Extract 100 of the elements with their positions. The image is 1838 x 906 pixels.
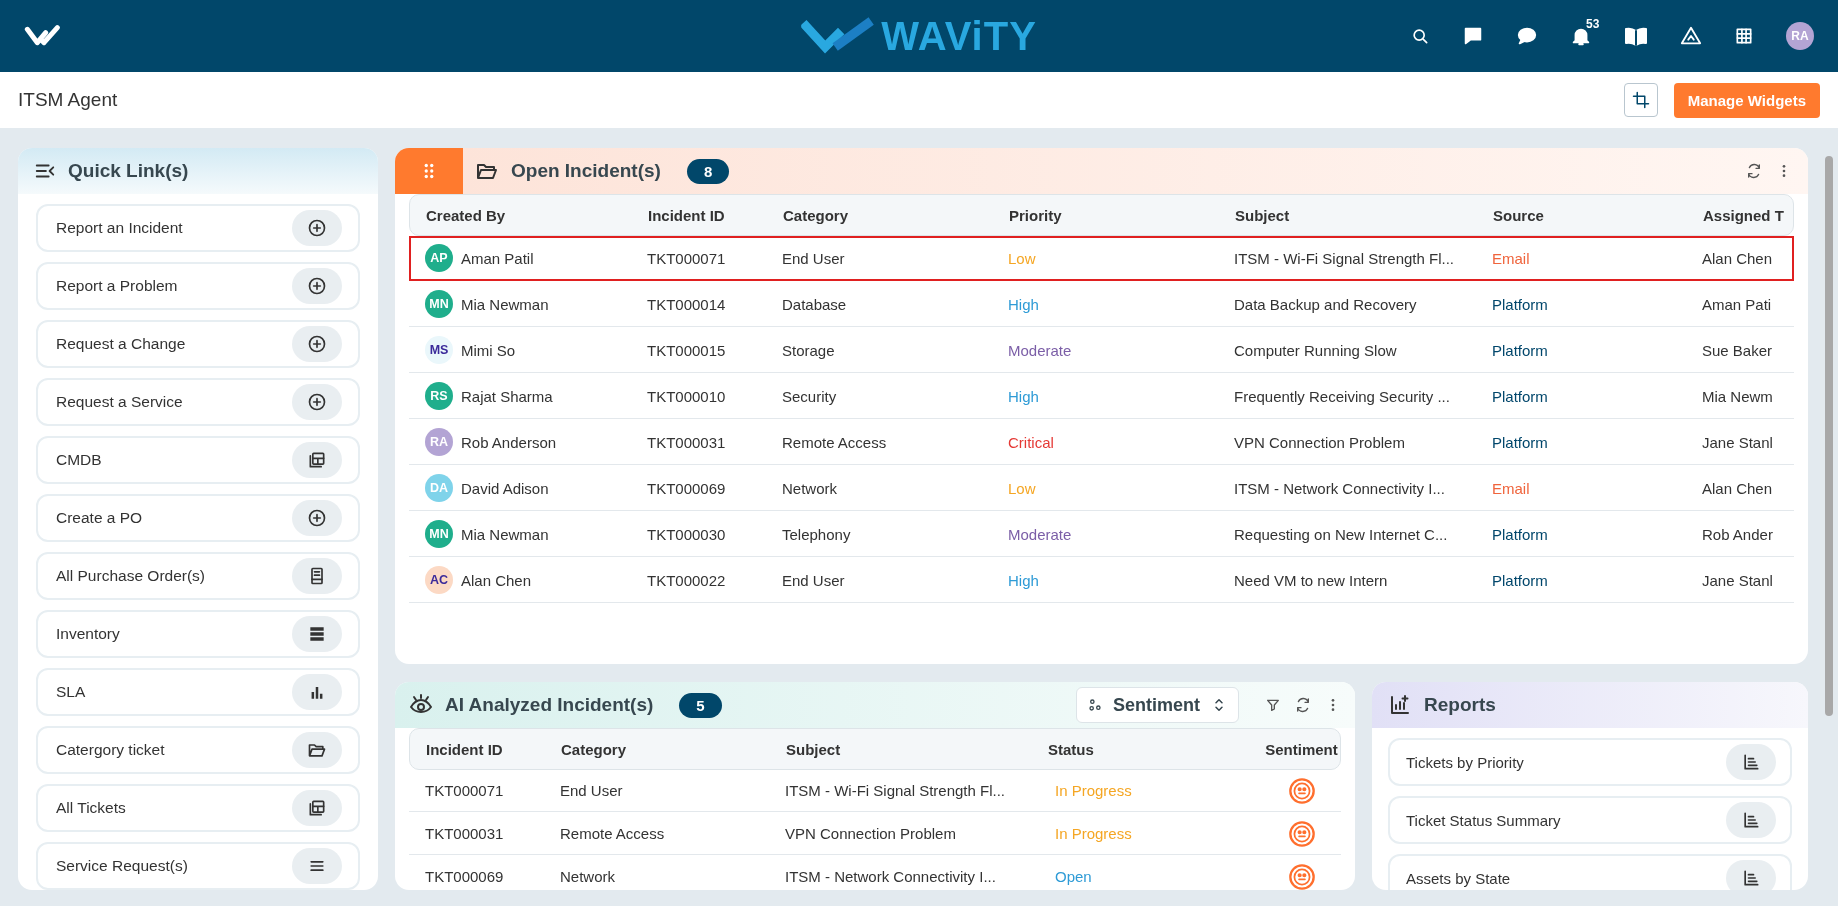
table-cell: Rajat Sharma (461, 387, 553, 405)
table-cell-text: VPN Connection Problem (785, 825, 957, 842)
priority-label: Low (1008, 479, 1037, 497)
page-title: ITSM Agent (18, 89, 118, 111)
user-avatar: RS (425, 382, 453, 410)
grid-icon (1734, 26, 1754, 46)
priority-label: Moderate (1008, 341, 1073, 359)
crop-icon (1631, 91, 1650, 109)
table-row[interactable]: DA David Adison TKT000069 Network Low ITSM - Network Connectivity I... Email Alan Chen (409, 466, 1794, 511)
table-row[interactable]: RS Rajat Sharma TKT000010 Security High Frequently Receiving Security ... Platform Mia Newm (409, 374, 1794, 419)
status-label: Open (1054, 868, 1093, 885)
table-row[interactable]: AP Aman Patil TKT000071 End User Low ITSM - Wi-Fi Signal Strength Fl... Email Alan Chen (409, 236, 1794, 281)
quick-link-item[interactable]: All Purchase Order(s) (36, 552, 360, 600)
face-icon (1287, 776, 1316, 805)
quick-link-item[interactable]: Service Request(s) (36, 842, 360, 890)
table-cell-text: End User (560, 782, 624, 799)
layout-icon (307, 798, 327, 818)
chat-bubble-icon (1516, 25, 1538, 47)
table-cell-text: TKT000014 (647, 295, 727, 313)
table-cell-text: Telephony (782, 525, 852, 543)
column-header: Status (1048, 740, 1095, 758)
table-cell-text: Security (782, 387, 838, 405)
table-cell-text: Jane Stanl (1702, 571, 1774, 589)
table-row[interactable]: AC Alan Chen TKT000022 End User High Need VM to new Intern Platform Jane Stanl (409, 558, 1794, 603)
search-button[interactable] (1410, 26, 1430, 46)
table-cell-text: Database (782, 295, 848, 313)
report-item[interactable]: Assets by State (1388, 854, 1792, 890)
refresh-icon (1746, 163, 1762, 179)
notification-count: 53 (1586, 17, 1600, 31)
quick-link-item[interactable]: All Tickets (36, 784, 360, 832)
table-cell-text: End User (782, 249, 846, 267)
report-item[interactable]: Tickets by Priority (1388, 738, 1792, 786)
table-row[interactable]: MN Mia Newman TKT000030 Telephony Moderate Requesting on New Internet C... Platform Rob Ander (409, 512, 1794, 557)
source-label: Email (1492, 249, 1531, 267)
sort-select[interactable]: Sentiment (1076, 687, 1239, 723)
user-avatar: MN (425, 290, 453, 318)
panel-title: Quick Link(s) (68, 160, 189, 182)
quick-link-item[interactable]: Report a Problem (36, 262, 360, 310)
quick-link-item[interactable]: Catergory ticket (36, 726, 360, 774)
refresh-icon (1295, 697, 1311, 713)
table-cell-text: Network (782, 479, 838, 497)
crop-button[interactable] (1623, 83, 1658, 117)
priority-label: High (1008, 295, 1040, 313)
chart-plus-icon (1388, 693, 1412, 717)
message-icon (1462, 25, 1484, 47)
chart-lines-icon (1741, 868, 1761, 888)
user-avatar: AC (425, 566, 453, 594)
table-cell-text: Requesting on New Internet C... (1234, 525, 1449, 543)
priority-label: High (1008, 387, 1040, 405)
table-cell-text: Mia Newm (1702, 387, 1774, 405)
checkmark-logo-icon (801, 17, 876, 55)
table-cell-text: Sue Baker (1702, 341, 1774, 359)
column-header: Category (783, 206, 850, 224)
table-cell-text: Remote Access (560, 825, 666, 842)
user-avatar: DA (425, 474, 453, 502)
list-icon (307, 624, 327, 644)
table-cell-text: Remote Access (782, 433, 888, 451)
quick-link-item[interactable]: SLA (36, 668, 360, 716)
table-row[interactable]: RA Rob Anderson TKT000031 Remote Access Critical VPN Connection Problem Platform Jane Stanl (409, 420, 1794, 465)
table-cell-text: TKT000031 (647, 433, 727, 451)
table-cell-text: Rob Ander (1702, 525, 1774, 543)
user-avatar: MS (425, 336, 453, 364)
source-label: Email (1492, 479, 1531, 497)
table-cell-text: Network (560, 868, 616, 885)
table-cell-text: TKT000010 (647, 387, 727, 405)
table-cell-text: ITSM - Wi-Fi Signal Strength Fl... (1234, 249, 1456, 267)
table-cell-text: TKT000071 (647, 249, 727, 267)
chart-lines-icon (1741, 810, 1761, 830)
user-avatar: AP (425, 244, 453, 272)
column-header: Subject (1235, 206, 1291, 224)
column-header: Incident ID (426, 740, 504, 758)
face-icon (1287, 862, 1316, 890)
quick-link-item[interactable]: Request a Change (36, 320, 360, 368)
count-badge: 8 (686, 158, 730, 184)
quick-link-item[interactable]: CMDB (36, 436, 360, 484)
source-label: Platform (1492, 341, 1549, 359)
table-cell: David Adison (461, 479, 549, 497)
quick-link-item[interactable]: Request a Service (36, 378, 360, 426)
column-header: Assigned T (1703, 206, 1785, 224)
table-cell-text: TKT000069 (647, 479, 727, 497)
table-cell-text: Alan Chen (1702, 249, 1774, 267)
face-icon (1287, 819, 1316, 848)
plus-circle-icon (307, 276, 327, 296)
quick-link-item[interactable]: Report an Incident (36, 204, 360, 252)
plus-circle-icon (307, 334, 327, 354)
column-header: Priority (1009, 206, 1063, 224)
quick-link-item[interactable]: Create a PO (36, 494, 360, 542)
quick-link-item[interactable]: Inventory (36, 610, 360, 658)
table-cell: Mia Newman (461, 525, 549, 543)
table-cell-text: End User (782, 571, 846, 589)
table-row[interactable]: MS Mimi So TKT000015 Storage Moderate Computer Running Slow Platform Sue Baker (409, 328, 1794, 373)
column-header: Source (1493, 206, 1545, 224)
table-cell: Rob Anderson (461, 433, 557, 451)
table-cell-text: TKT000071 (425, 782, 505, 799)
plus-circle-icon (307, 392, 327, 412)
table-row[interactable]: MN Mia Newman TKT000014 Database High Data Backup and Recovery Platform Aman Pati (409, 282, 1794, 327)
report-item[interactable]: Ticket Status Summary (1388, 796, 1792, 844)
panel-title: Reports (1424, 694, 1496, 716)
drag-handle[interactable] (395, 148, 463, 194)
brand-name: WAViTY (881, 13, 1037, 60)
